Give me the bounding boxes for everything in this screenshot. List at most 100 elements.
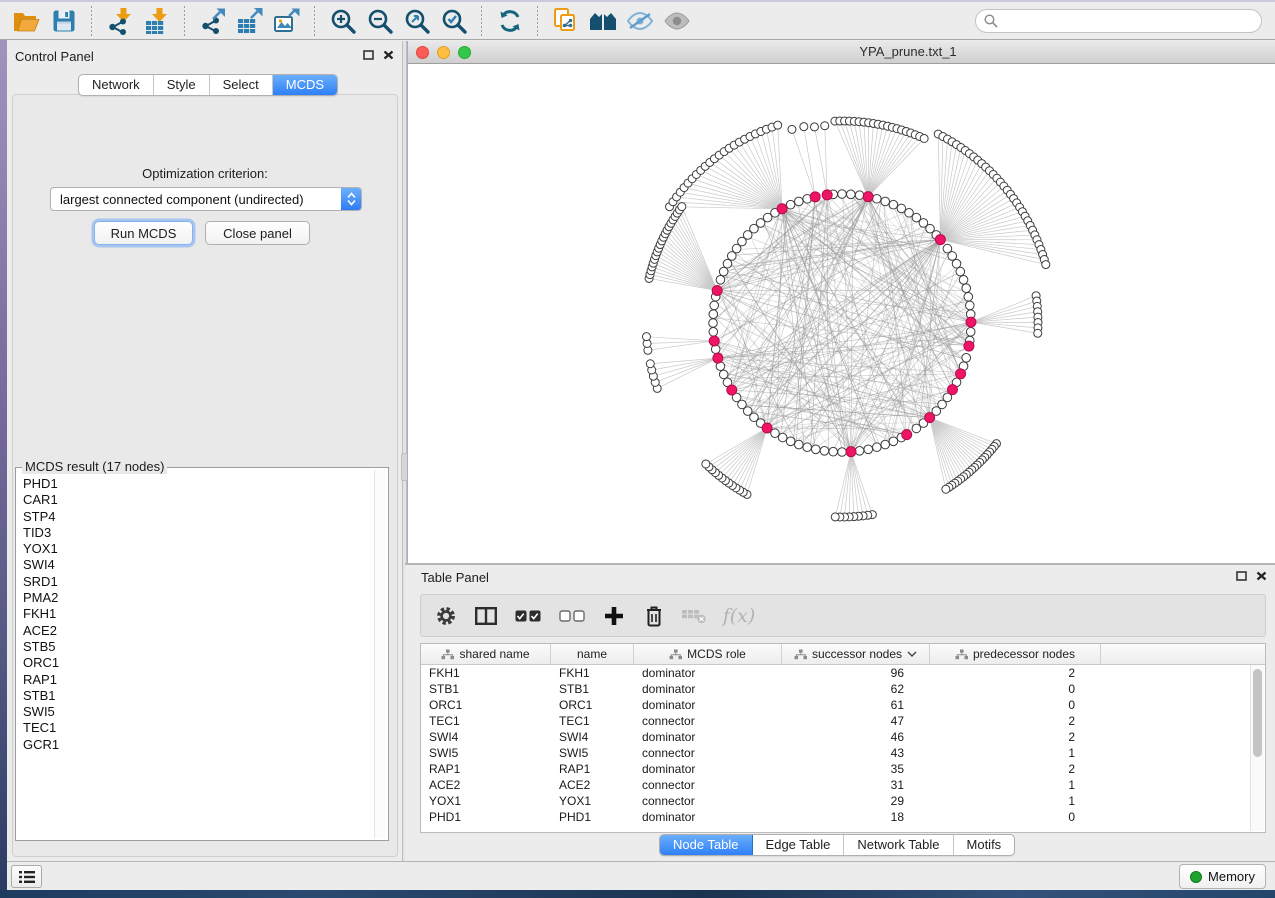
mcds-result-item[interactable]: ORC1 [18,655,374,671]
window-close-icon[interactable] [416,46,429,59]
network-node[interactable] [881,197,890,206]
export-image-button[interactable] [268,5,305,37]
table-row[interactable]: SWI5SWI5connector431 [421,745,1265,761]
mcds-node[interactable] [727,385,737,395]
window-zoom-icon[interactable] [458,46,471,59]
mcds-result-item[interactable]: SRD1 [18,574,374,590]
leaf-node[interactable] [1042,261,1050,269]
network-node[interactable] [847,190,856,199]
mcds-node[interactable] [966,317,976,327]
save-session-button[interactable] [45,5,82,37]
mcds-node[interactable] [947,385,957,395]
leaf-node[interactable] [920,134,928,142]
mcds-result-item[interactable]: TID3 [18,525,374,541]
network-node[interactable] [709,310,718,319]
network-view-titlebar[interactable]: YPA_prune.txt_1 [408,41,1275,64]
mcds-node[interactable] [863,192,873,202]
network-node[interactable] [795,440,804,449]
mcds-node[interactable] [810,192,820,202]
network-node[interactable] [912,424,921,433]
float-panel-icon[interactable] [1236,571,1247,581]
zoom-selected-button[interactable] [435,5,472,37]
network-node[interactable] [889,200,898,209]
float-panel-icon[interactable] [363,50,374,60]
network-node[interactable] [965,301,974,310]
hide-selected-button[interactable] [621,5,658,37]
leaf-node[interactable] [1034,329,1042,337]
network-node[interactable] [897,204,906,213]
tab-edge-table[interactable]: Edge Table [753,835,845,855]
table-row[interactable]: ACE2ACE2connector311 [421,777,1265,793]
network-node[interactable] [709,319,718,328]
export-network-button[interactable] [194,5,231,37]
window-minimize-icon[interactable] [437,46,450,59]
network-canvas[interactable] [408,64,1275,563]
table-scrollbar[interactable] [1250,665,1264,831]
mcds-node[interactable] [902,430,912,440]
zoom-out-button[interactable] [361,5,398,37]
network-node[interactable] [803,443,812,452]
network-node[interactable] [873,443,882,452]
run-mcds-button[interactable]: Run MCDS [94,221,193,245]
column-header-predecessor-nodes[interactable]: predecessor nodes [930,644,1101,664]
mcds-result-item[interactable]: SWI4 [18,557,374,573]
network-node[interactable] [956,267,965,276]
network-node[interactable] [864,445,873,454]
close-panel-icon[interactable] [1256,571,1267,581]
network-node[interactable] [948,252,957,261]
mcds-result-item[interactable]: SWI5 [18,704,374,720]
tab-style[interactable]: Style [154,75,210,95]
show-hidden-button[interactable] [658,5,695,37]
leaf-node[interactable] [646,360,654,368]
leaf-node[interactable] [831,513,839,521]
network-node[interactable] [716,276,725,285]
table-row[interactable]: ORC1ORC1dominator610 [421,697,1265,713]
mcds-node[interactable] [846,447,856,457]
network-node[interactable] [710,301,719,310]
deselect-all-button[interactable] [557,603,587,629]
network-node[interactable] [962,354,971,363]
network-node[interactable] [855,446,864,455]
search-input[interactable] [975,9,1262,33]
delete-columns-button[interactable] [641,603,667,629]
zoom-fit-button[interactable] [398,5,435,37]
mcds-result-item[interactable]: RAP1 [18,672,374,688]
mcds-node[interactable] [713,353,723,363]
tab-mcds[interactable]: MCDS [273,75,337,95]
network-node[interactable] [959,276,968,285]
table-row[interactable]: TEC1TEC1connector472 [421,713,1265,729]
refresh-view-button[interactable] [491,5,528,37]
column-header-name[interactable]: name [551,644,634,664]
criterion-dropdown[interactable]: largest connected component (undirected) [50,187,362,211]
tab-network[interactable]: Network [79,75,154,95]
split-view-button[interactable] [473,603,499,629]
table-row[interactable]: YOX1YOX1connector291 [421,793,1265,809]
mcds-node[interactable] [925,413,935,423]
table-settings-button[interactable] [433,603,459,629]
network-node[interactable] [709,328,718,337]
function-builder-button[interactable]: f(x) [721,603,757,629]
mcds-node[interactable] [964,341,974,351]
leaf-node[interactable] [642,333,650,341]
network-node[interactable] [719,370,728,379]
mcds-node[interactable] [822,190,832,200]
mcds-result-item[interactable]: TEC1 [18,720,374,736]
mcds-result-item[interactable]: PMA2 [18,590,374,606]
leaf-node[interactable] [774,121,782,129]
network-node[interactable] [786,437,795,446]
table-row[interactable]: FKH1FKH1dominator962 [421,665,1265,681]
open-file-button[interactable] [8,5,45,37]
export-table-button[interactable] [231,5,268,37]
mcds-node[interactable] [709,336,719,346]
task-history-button[interactable] [11,865,42,888]
tab-motifs[interactable]: Motifs [954,835,1015,855]
network-node[interactable] [889,437,898,446]
mcds-result-item[interactable]: PHD1 [18,476,374,492]
network-node[interactable] [719,267,728,276]
mcds-node[interactable] [956,369,966,379]
network-node[interactable] [962,284,971,293]
network-node[interactable] [723,259,732,268]
leaf-node[interactable] [788,125,796,133]
mcds-node[interactable] [777,204,787,214]
network-node[interactable] [838,190,847,199]
